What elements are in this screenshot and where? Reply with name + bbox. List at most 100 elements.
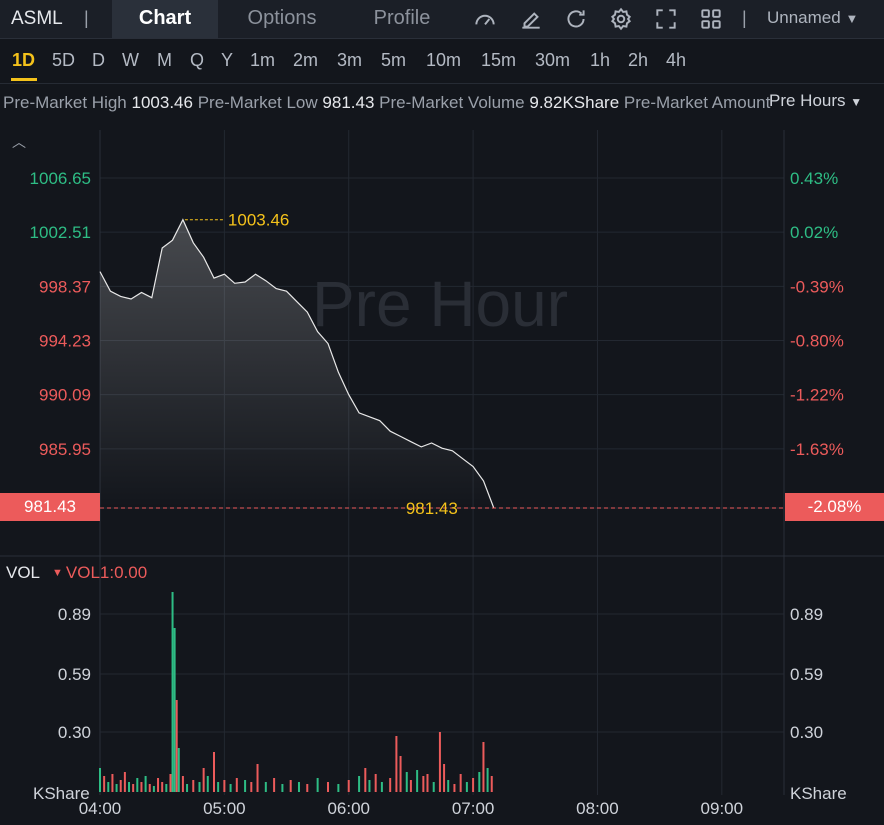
volume-indicator-value: VOL1:0.00 xyxy=(65,563,148,582)
volume-bar xyxy=(306,784,309,792)
volume-bar xyxy=(389,778,392,792)
volume-bar xyxy=(316,778,319,792)
volume-bar xyxy=(202,768,205,792)
volume-bar xyxy=(217,782,220,792)
volume-bar xyxy=(169,774,172,792)
volume-tick-label: 0.89 xyxy=(790,605,823,624)
volume-bar xyxy=(426,774,429,792)
volume-bar xyxy=(380,782,383,792)
volume-bar xyxy=(422,776,425,792)
time-tick-label: 09:00 xyxy=(701,799,744,818)
volume-label[interactable]: VOL xyxy=(6,563,40,583)
volume-bar xyxy=(432,782,435,792)
high-marker-label: 1003.46 xyxy=(228,211,289,230)
volume-bar xyxy=(213,752,215,792)
volume-bar xyxy=(229,784,232,792)
volume-bar xyxy=(416,770,419,792)
percent-tick-label: -0.39% xyxy=(790,277,844,296)
price-tick-label: 985.95 xyxy=(39,440,91,459)
time-tick-label: 08:00 xyxy=(576,799,619,818)
volume-bar xyxy=(111,774,114,792)
volume-bar xyxy=(223,780,226,792)
volume-bar xyxy=(374,774,377,792)
volume-bar xyxy=(157,778,160,792)
percent-tick-label: -1.22% xyxy=(790,386,844,405)
volume-bar xyxy=(347,780,350,792)
volume-bar xyxy=(264,782,267,792)
percent-tick-label: -0.80% xyxy=(790,332,844,351)
volume-bar xyxy=(99,768,101,792)
time-tick-label: 04:00 xyxy=(79,799,122,818)
volume-bar xyxy=(192,780,195,792)
volume-bar xyxy=(409,780,412,792)
price-tick-label: 990.09 xyxy=(39,386,91,405)
volume-bar xyxy=(132,784,135,792)
price-chart[interactable]: Pre Hour 1006.65 1002.51 998.37 994.23 990.0… xyxy=(0,0,884,825)
low-marker-label: 981.43 xyxy=(406,499,458,518)
last-percent-badge: -2.08% xyxy=(785,493,884,521)
volume-bar xyxy=(472,778,475,792)
volume-bar xyxy=(198,782,201,792)
volume-bar xyxy=(148,784,151,792)
volume-tick-label: 0.30 xyxy=(58,723,91,742)
volume-bar xyxy=(115,784,118,792)
volume-bar xyxy=(337,784,340,792)
volume-bar xyxy=(173,628,176,792)
volume-tick-label: 0.89 xyxy=(58,605,91,624)
last-price-badge: 981.43 xyxy=(0,493,100,521)
volume-bar xyxy=(128,782,131,792)
volume-bar xyxy=(140,782,143,792)
volume-bar xyxy=(171,592,174,792)
volume-bar xyxy=(478,772,481,792)
volume-bars xyxy=(99,592,493,792)
volume-tick-label: 0.59 xyxy=(58,665,91,684)
time-tick-label: 06:00 xyxy=(327,799,370,818)
volume-bar xyxy=(165,784,168,792)
volume-bar xyxy=(399,756,402,792)
volume-bar xyxy=(465,782,468,792)
volume-bar xyxy=(447,780,450,792)
volume-indicator[interactable]: ▼ VOL1:0.00 xyxy=(52,563,147,583)
volume-bar xyxy=(186,784,189,792)
price-tick-label: 1006.65 xyxy=(30,169,91,188)
volume-bar xyxy=(175,700,178,792)
volume-tick-label: 0.30 xyxy=(790,723,823,742)
volume-grid xyxy=(100,613,784,733)
volume-bar xyxy=(364,768,367,792)
volume-bar xyxy=(181,776,184,792)
volume-bar xyxy=(177,748,180,792)
volume-bar xyxy=(281,784,284,792)
volume-bar xyxy=(123,772,126,792)
volume-bar xyxy=(486,768,489,792)
price-tick-label: 998.37 xyxy=(39,277,91,296)
percent-axis-right: 0.43% 0.02% -0.39% -0.80% -1.22% -1.63% xyxy=(790,169,844,459)
volume-bar xyxy=(206,776,209,792)
volume-bar xyxy=(136,778,139,792)
volume-bar xyxy=(443,764,446,792)
volume-tick-label: 0.59 xyxy=(790,665,823,684)
volume-bar xyxy=(119,780,122,792)
volume-bar xyxy=(297,782,300,792)
time-axis: 04:00 05:00 06:00 07:00 08:00 09:00 xyxy=(79,799,743,818)
volume-bar xyxy=(273,778,276,792)
percent-tick-label: -1.63% xyxy=(790,440,844,459)
volume-bar xyxy=(358,776,361,792)
caret-down-icon: ▼ xyxy=(52,567,63,579)
time-tick-label: 07:00 xyxy=(452,799,495,818)
price-tick-label: 994.23 xyxy=(39,332,91,351)
volume-bar xyxy=(327,782,329,792)
volume-bar xyxy=(244,780,247,792)
volume-bar xyxy=(103,776,106,792)
volume-bar xyxy=(453,784,456,792)
volume-bar xyxy=(482,742,485,792)
volume-bar xyxy=(405,772,408,792)
volume-bar xyxy=(161,782,164,792)
percent-tick-label: 0.02% xyxy=(790,223,838,242)
volume-unit-label: KShare xyxy=(790,784,847,803)
volume-bar xyxy=(107,782,110,792)
volume-bar xyxy=(368,780,371,792)
volume-bar xyxy=(144,776,147,792)
time-tick-label: 05:00 xyxy=(203,799,246,818)
volume-bar xyxy=(289,780,292,792)
volume-bar xyxy=(152,786,155,792)
